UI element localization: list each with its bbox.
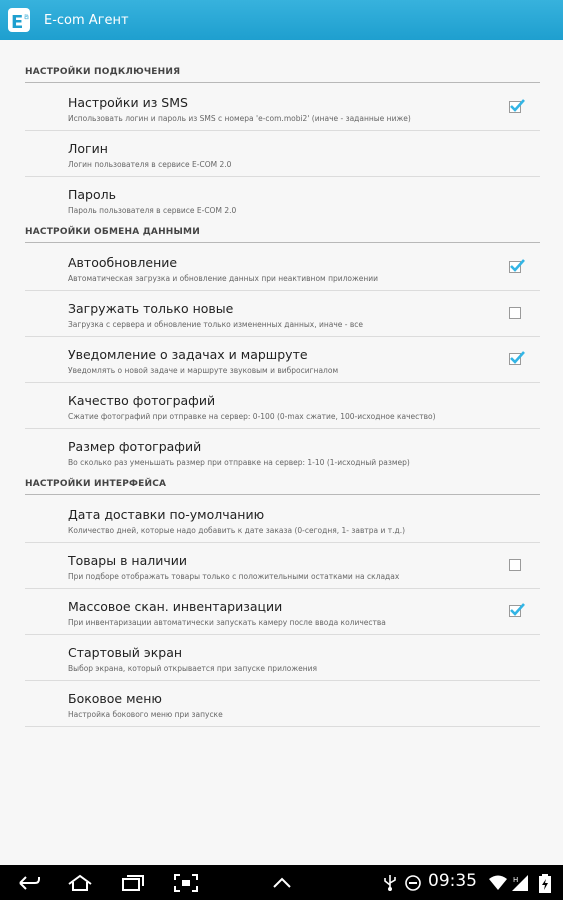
- checkmark-icon: [510, 259, 525, 272]
- clock: 09:35: [428, 871, 477, 891]
- preference-title: Автообновление: [68, 255, 178, 270]
- preference-title: Загружать только новые: [68, 301, 234, 316]
- preference-item[interactable]: Уведомление о задачах и маршруте Уведомля…: [25, 337, 540, 383]
- recent-apps-icon[interactable]: [120, 874, 146, 892]
- screenshot-icon[interactable]: [173, 874, 199, 892]
- system-navigation-bar: 09:35 H: [0, 865, 563, 900]
- svg-text:H: H: [513, 876, 518, 884]
- checkbox-checked[interactable]: [509, 259, 525, 273]
- home-icon[interactable]: [66, 874, 94, 892]
- preference-summary: Во сколько раз уменьшать размер при отпр…: [68, 458, 410, 467]
- app-title: E-com Агент: [44, 12, 129, 28]
- preference-item[interactable]: Качество фотографий Сжатие фотографий при…: [25, 383, 540, 429]
- checkbox-checked[interactable]: [509, 603, 525, 617]
- preference-summary: При инвентаризации автоматически запуска…: [68, 618, 386, 627]
- svg-text:a: a: [24, 12, 29, 21]
- checkmark-icon: [510, 351, 525, 364]
- preference-summary: Логин пользователя в сервисе E-COM 2.0: [68, 160, 232, 169]
- preference-item[interactable]: Товары в наличии При подборе отображать т…: [25, 543, 540, 589]
- checkbox-checked[interactable]: [509, 99, 525, 113]
- menu-up-icon[interactable]: [271, 874, 293, 892]
- signal-icon: H: [512, 875, 528, 891]
- preference-summary: Сжатие фотографий при отправке на сервер…: [68, 412, 436, 421]
- preference-item[interactable]: Автообновление Автоматическая загрузка и …: [25, 245, 540, 291]
- action-bar: E a E-com Агент: [0, 0, 563, 40]
- preference-item[interactable]: Массовое скан. инвентаризации При инвента…: [25, 589, 540, 635]
- preference-summary: Настройка бокового меню при запуске: [68, 710, 223, 719]
- checkbox-checked[interactable]: [509, 351, 525, 365]
- preference-title: Размер фотографий: [68, 439, 202, 454]
- checkbox-unchecked[interactable]: [509, 307, 521, 319]
- preference-title: Дата доставки по-умолчанию: [68, 507, 265, 522]
- preference-title: Качество фотографий: [68, 393, 216, 408]
- preference-title: Массовое скан. инвентаризации: [68, 599, 283, 614]
- preference-item[interactable]: Дата доставки по-умолчанию Количество дне…: [25, 497, 540, 543]
- usb-icon: [384, 875, 396, 891]
- preference-title: Боковое меню: [68, 691, 162, 706]
- preference-title: Пароль: [68, 187, 116, 202]
- preference-summary: Загрузка с сервера и обновление только и…: [68, 320, 364, 329]
- battery-icon: [539, 874, 551, 893]
- checkbox-unchecked[interactable]: [509, 559, 521, 571]
- preference-item[interactable]: Размер фотографий Во сколько раз уменьшат…: [25, 429, 540, 475]
- preference-item[interactable]: Пароль Пароль пользователя в сервисе E-CO…: [25, 177, 540, 223]
- checkmark-icon: [510, 603, 525, 616]
- preference-item[interactable]: Логин Логин пользователя в сервисе E-COM …: [25, 131, 540, 177]
- preference-summary: При подборе отображать товары только с п…: [68, 572, 400, 581]
- settings-list: НАСТРОЙКИ ПОДКЛЮЧЕНИЯ Настройки из SMS Исп…: [0, 40, 563, 865]
- checkmark-icon: [510, 99, 525, 112]
- preference-summary: Пароль пользователя в сервисе E-COM 2.0: [68, 206, 237, 215]
- preference-title: Товары в наличии: [68, 553, 188, 568]
- section-header: НАСТРОЙКИ ОБМЕНА ДАННЫМИ: [25, 227, 540, 243]
- preference-item[interactable]: Стартовый экран Выбор экрана, который отк…: [25, 635, 540, 681]
- preference-item[interactable]: Настройки из SMS Использовать логин и пар…: [25, 85, 540, 131]
- preference-title: Уведомление о задачах и маршруте: [68, 347, 308, 362]
- preference-item[interactable]: Боковое меню Настройка бокового меню при …: [25, 681, 540, 727]
- preference-summary: Автоматическая загрузка и обновление дан…: [68, 274, 379, 283]
- preference-title: Логин: [68, 141, 108, 156]
- preference-summary: Уведомлять о новой задаче и маршруте зву…: [68, 366, 339, 375]
- preference-item[interactable]: Загружать только новые Загрузка с сервера…: [25, 291, 540, 337]
- section-header: НАСТРОЙКИ ИНТЕРФЕЙСА: [25, 479, 540, 495]
- preference-summary: Количество дней, которые надо добавить к…: [68, 526, 405, 535]
- do-not-disturb-icon: [405, 875, 421, 891]
- ecom-logo-icon[interactable]: E a: [6, 5, 36, 35]
- section-header: НАСТРОЙКИ ПОДКЛЮЧЕНИЯ: [25, 67, 540, 83]
- preference-title: Настройки из SMS: [68, 95, 188, 110]
- back-icon[interactable]: [16, 874, 42, 892]
- svg-text:E: E: [11, 12, 23, 33]
- preference-summary: Использовать логин и пароль из SMS с ном…: [68, 114, 411, 123]
- wifi-icon: [489, 875, 507, 890]
- preference-summary: Выбор экрана, который открывается при за…: [68, 664, 317, 673]
- preference-title: Стартовый экран: [68, 645, 183, 660]
